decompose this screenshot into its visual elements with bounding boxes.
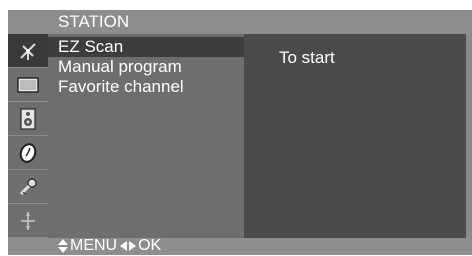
osd-menu: STATION EZ Scan Manual program Favorite …	[8, 10, 472, 255]
header-bar: STATION	[8, 10, 472, 34]
station-antenna-icon	[20, 42, 36, 60]
screen-adjust-icon	[21, 211, 35, 230]
footer-hint-bar: MENU OK	[8, 236, 472, 256]
right-edge-strip	[466, 34, 472, 238]
category-station[interactable]	[8, 34, 48, 68]
menu-item-favorite-channel[interactable]: Favorite channel	[48, 77, 244, 97]
menu-item-ez-scan[interactable]: EZ Scan	[48, 37, 244, 57]
category-picture[interactable]	[8, 68, 48, 102]
left-right-arrow-icon	[120, 241, 137, 251]
category-time[interactable]	[8, 136, 48, 170]
info-panel: To start	[244, 34, 466, 238]
info-text: To start	[279, 48, 335, 67]
time-clock-icon	[19, 142, 37, 163]
navigation-hint: MENU OK	[58, 236, 164, 256]
category-icon-column	[8, 34, 48, 238]
up-down-arrow-icon	[58, 239, 68, 253]
ok-key-label: OK	[138, 237, 162, 254]
sound-speaker-icon	[20, 107, 36, 130]
picture-screen-icon	[17, 76, 39, 93]
menu-item-manual-program[interactable]: Manual program	[48, 57, 244, 77]
menu-key-label: MENU	[70, 237, 118, 254]
category-screen[interactable]	[8, 204, 48, 238]
menu-title: STATION	[58, 12, 130, 31]
category-sound[interactable]	[8, 102, 48, 136]
category-special[interactable]	[8, 170, 48, 204]
special-key-icon	[19, 177, 37, 195]
menu-list: EZ Scan Manual program Favorite channel	[48, 34, 244, 238]
